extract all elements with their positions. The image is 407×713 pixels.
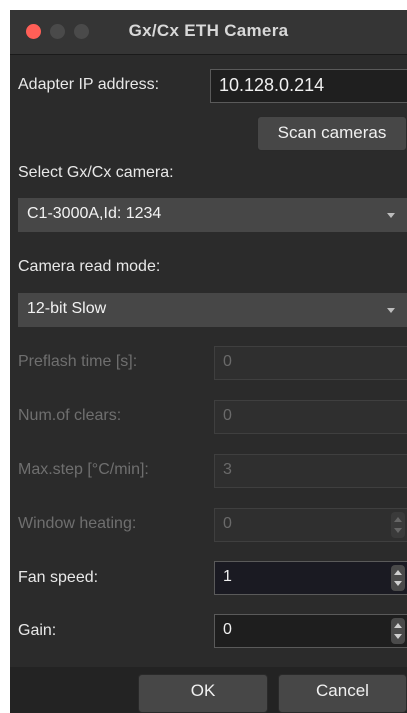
window-title: Gx/Cx ETH Camera xyxy=(128,21,289,40)
ok-button[interactable]: OK xyxy=(138,674,268,713)
title-bar: Gx/Cx ETH Camera xyxy=(10,10,407,55)
preflash-label: Preflash time [s]: xyxy=(18,353,138,370)
preflash-input: 0 xyxy=(214,346,407,380)
adapter-ip-label: Adapter IP address: xyxy=(18,76,160,93)
camera-select-value: C1-3000A,Id: 1234 xyxy=(27,205,162,222)
read-mode-select[interactable]: 12-bit Slow xyxy=(18,293,407,327)
camera-dialog: Gx/Cx ETH Camera Adapter IP address: 10.… xyxy=(10,10,407,713)
scan-cameras-button[interactable]: Scan cameras xyxy=(257,116,407,151)
read-mode-select-value: 12-bit Slow xyxy=(27,300,107,317)
clears-label: Num.of clears: xyxy=(18,407,122,424)
chevron-down-icon xyxy=(387,308,395,313)
fan-speed-label: Fan speed: xyxy=(18,569,99,586)
clears-input: 0 xyxy=(214,400,407,434)
adapter-ip-input[interactable]: 10.128.0.214 xyxy=(210,69,407,103)
max-step-label: Max.step [°C/min]: xyxy=(18,461,149,478)
window-heating-input: 0 xyxy=(214,508,407,542)
camera-select[interactable]: C1-3000A,Id: 1234 xyxy=(18,198,407,232)
read-mode-label: Camera read mode: xyxy=(18,258,161,275)
gain-label: Gain: xyxy=(18,622,57,639)
gain-stepper[interactable]: 0 xyxy=(214,614,407,648)
window-heating-label: Window heating: xyxy=(18,515,137,532)
stepper-arrows-icon[interactable] xyxy=(391,618,405,644)
cancel-button[interactable]: Cancel xyxy=(278,674,407,713)
stepper-arrows-icon[interactable] xyxy=(391,565,405,591)
gain-value: 0 xyxy=(223,621,232,638)
stepper-arrows-icon xyxy=(391,512,405,538)
select-camera-label: Select Gx/Cx camera: xyxy=(18,164,174,181)
fan-speed-stepper[interactable]: 1 xyxy=(214,561,407,595)
window-heating-value: 0 xyxy=(223,515,232,532)
fan-speed-value: 1 xyxy=(223,568,232,585)
max-step-input: 3 xyxy=(214,454,407,488)
chevron-down-icon xyxy=(387,213,395,218)
